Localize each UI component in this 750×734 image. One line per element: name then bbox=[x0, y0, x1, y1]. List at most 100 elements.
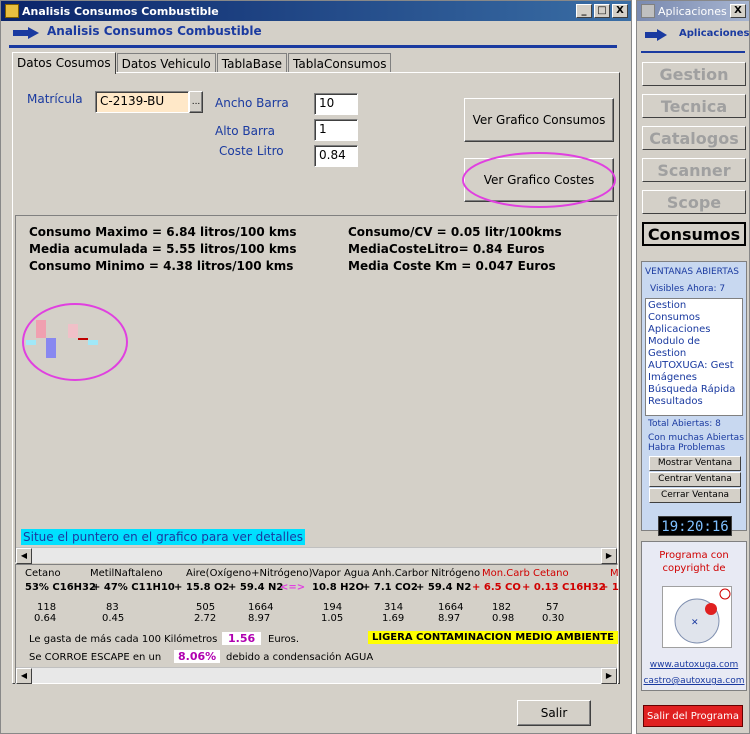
consumo-cv: Consumo/CV = 0.05 litr/100kms bbox=[348, 225, 562, 239]
open-windows-panel: VENTANAS ABIERTAS Visibles Ahora: 7 Gest… bbox=[641, 261, 747, 531]
nav-gestion[interactable]: Gestion bbox=[642, 62, 746, 86]
email-link[interactable]: castro@autoxuga.com bbox=[642, 676, 746, 686]
chem-scroll-left[interactable]: ◀ bbox=[16, 668, 32, 684]
website-link[interactable]: www.autoxuga.com bbox=[642, 660, 746, 670]
gasta-value: 1.56 bbox=[222, 632, 262, 645]
ancho-barra-input[interactable]: 10 bbox=[314, 93, 358, 115]
form-title: Analisis Consumos Combustible bbox=[47, 24, 262, 38]
hint-text: Situe el puntero en el grafico para ver … bbox=[21, 529, 305, 545]
header-metil: MetilNaftaleno bbox=[90, 568, 163, 579]
val-n2b-1: 1664 bbox=[438, 602, 464, 613]
val-agua-2: 1.05 bbox=[321, 613, 344, 624]
window-list-item[interactable]: AUTOXUGA: Gest bbox=[648, 360, 740, 372]
eq-agua: 10.8 H2O bbox=[312, 582, 364, 593]
eq-nitrogeno: + 59.4 N2 bbox=[228, 582, 284, 593]
val-metil-2: 0.45 bbox=[102, 613, 125, 624]
total-open: Total Abiertas: 8 bbox=[648, 419, 721, 429]
val-metil-1: 83 bbox=[106, 602, 119, 613]
eq-more: + 1 bbox=[600, 582, 619, 593]
side-close-button[interactable]: X bbox=[730, 4, 746, 18]
coste-litro-input[interactable]: 0.84 bbox=[314, 145, 358, 167]
chemistry-panel: Cetano MetilNaftaleno Aire(Oxígeno+Nitró… bbox=[15, 564, 619, 684]
close-button[interactable]: X bbox=[612, 4, 628, 18]
eq-cetano-residual: + 0.13 C16H32 bbox=[522, 582, 606, 593]
tab-datos-consumos[interactable]: Datos Cosumos bbox=[12, 52, 116, 74]
matricula-label: Matrícula bbox=[27, 92, 83, 106]
media-acumulada: Media acumulada = 5.55 litros/100 kms bbox=[29, 242, 297, 256]
coste-litro-label: Coste Litro bbox=[219, 144, 284, 158]
warning-line-2: Habra Problemas bbox=[648, 443, 726, 453]
applications-window: Aplicaciones X Aplicaciones Gestion Tecn… bbox=[636, 0, 750, 734]
highlight-circle bbox=[22, 303, 128, 381]
chem-scroll-right[interactable]: ▶ bbox=[601, 668, 617, 684]
nav-consumos[interactable]: Consumos bbox=[642, 222, 746, 246]
salir-button[interactable]: Salir bbox=[517, 700, 591, 726]
bar-1 bbox=[36, 320, 46, 338]
arrow-right-icon bbox=[645, 29, 667, 41]
autoxuga-logo: ✕ bbox=[662, 586, 732, 648]
nav-catalogos[interactable]: Catalogos bbox=[642, 126, 746, 150]
nav-scope[interactable]: Scope bbox=[642, 190, 746, 214]
val-co-1: 182 bbox=[492, 602, 512, 613]
bar-2 bbox=[46, 338, 56, 358]
tab-datos-vehiculo[interactable]: Datos Vehiculo bbox=[116, 53, 216, 73]
ver-grafico-consumos-button[interactable]: Ver Grafico Consumos bbox=[464, 98, 614, 142]
gasta-unit: Euros. bbox=[268, 634, 300, 645]
chem-scrollbar[interactable]: ◀ ▶ bbox=[16, 667, 617, 684]
header-anh: Anh.Carbor bbox=[372, 568, 429, 579]
nav-tecnica[interactable]: Tecnica bbox=[642, 94, 746, 118]
val-cet2-1: 57 bbox=[546, 602, 559, 613]
app-icon bbox=[5, 4, 19, 18]
corroe-desc: debido a condensación AGUA bbox=[226, 652, 374, 663]
tab-bar: Datos Cosumos Datos Vehiculo TablaBase T… bbox=[12, 52, 392, 74]
window-list-item[interactable]: Aplicaciones bbox=[648, 324, 740, 336]
media-coste-litro: MediaCosteLitro= 0.84 Euros bbox=[348, 242, 545, 256]
chart-scrollbar[interactable]: ◀ ▶ bbox=[16, 547, 617, 564]
maximize-button[interactable]: □ bbox=[594, 4, 610, 18]
contaminacion-badge: LIGERA CONTAMINACION MEDIO AMBIENTE bbox=[368, 631, 618, 644]
alto-barra-input[interactable]: 1 bbox=[314, 119, 358, 141]
centrar-ventana-button[interactable]: Centrar Ventana bbox=[649, 472, 741, 487]
mostrar-ventana-button[interactable]: Mostrar Ventana bbox=[649, 456, 741, 471]
val-n2-1: 1664 bbox=[248, 602, 274, 613]
nav-scanner[interactable]: Scanner bbox=[642, 158, 746, 182]
tab-tablabase[interactable]: TablaBase bbox=[216, 53, 287, 73]
scroll-left-button[interactable]: ◀ bbox=[16, 548, 32, 564]
header-cetano2: Cetano bbox=[533, 568, 569, 579]
scroll-right-button[interactable]: ▶ bbox=[601, 548, 617, 564]
header-divider bbox=[9, 45, 617, 48]
window-title: Analisis Consumos Combustible bbox=[22, 4, 219, 18]
open-windows-list[interactable]: Gestion Consumos Aplicaciones Modulo de … bbox=[645, 298, 743, 416]
media-coste-km: Media Coste Km = 0.047 Euros bbox=[348, 259, 556, 273]
side-divider bbox=[641, 51, 745, 53]
side-app-icon bbox=[641, 4, 655, 18]
header-m: M bbox=[610, 568, 619, 579]
matricula-browse-button[interactable]: ... bbox=[189, 91, 203, 113]
eq-metil: + 47% C11H10 bbox=[92, 582, 175, 593]
window-list-item[interactable]: Imágenes bbox=[648, 372, 740, 384]
main-window: Analisis Consumos Combustible _ □ X Anal… bbox=[0, 0, 632, 734]
warning-line-1: Con muchas Abiertas bbox=[648, 433, 744, 443]
window-list-item[interactable]: Gestion Consumos bbox=[648, 300, 740, 324]
tab-tablaconsumos[interactable]: TablaConsumos bbox=[288, 53, 392, 73]
chart-area[interactable]: Consumo Maximo = 6.84 litros/100 kms Med… bbox=[15, 215, 618, 564]
val-co2-2: 1.69 bbox=[382, 613, 405, 624]
open-windows-title: VENTANAS ABIERTAS bbox=[645, 267, 739, 277]
window-list-item[interactable]: Búsqueda Rápida bbox=[648, 384, 740, 396]
window-list-item[interactable]: Resultados bbox=[648, 396, 740, 408]
exit-program-button[interactable]: Salir del Programa bbox=[643, 705, 743, 727]
consumo-maximo: Consumo Maximo = 6.84 litros/100 kms bbox=[29, 225, 297, 239]
side-title-bar: Aplicaciones X bbox=[637, 1, 749, 21]
corroe-label: Se CORROE ESCAPE en un bbox=[29, 652, 162, 663]
header-aire: Aire(Oxígeno+Nitrógeno) bbox=[186, 568, 313, 579]
minimize-button[interactable]: _ bbox=[576, 4, 592, 18]
header-vapor: Vapor Agua bbox=[312, 568, 370, 579]
arrow-right-icon bbox=[13, 27, 39, 39]
cerrar-ventana-button[interactable]: Cerrar Ventana bbox=[649, 488, 741, 503]
window-list-item[interactable]: Modulo de Gestion bbox=[648, 336, 740, 360]
visibles-now: Visibles Ahora: 7 bbox=[650, 284, 726, 294]
val-n2-2: 8.97 bbox=[248, 613, 271, 624]
val-agua-1: 194 bbox=[323, 602, 343, 613]
bar-4 bbox=[78, 338, 88, 340]
matricula-input[interactable]: C-2139-BU bbox=[95, 91, 189, 113]
